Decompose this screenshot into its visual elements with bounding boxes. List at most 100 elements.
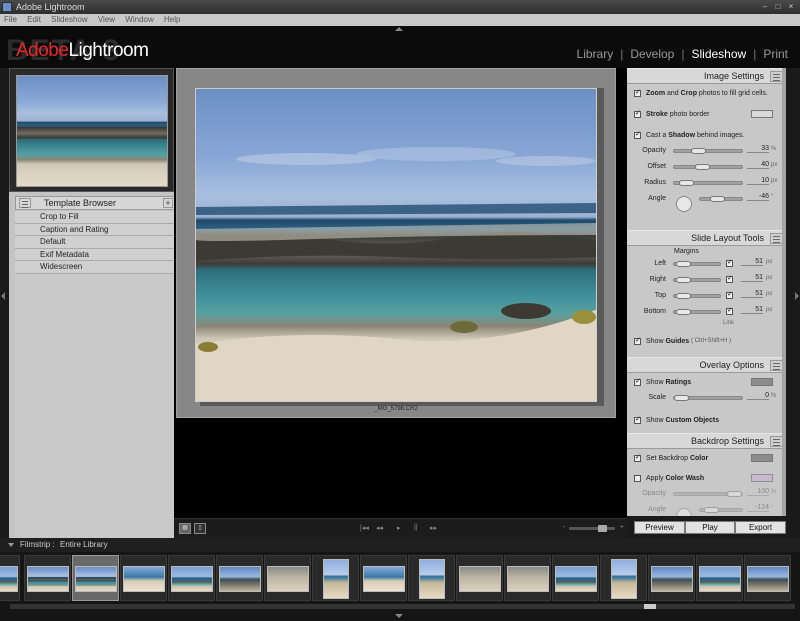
filmstrip-cell[interactable] bbox=[552, 555, 599, 601]
menu-file[interactable]: File bbox=[4, 14, 17, 26]
filmstrip-cell[interactable] bbox=[312, 555, 359, 601]
first-slide-icon[interactable]: |◂◂ bbox=[360, 524, 369, 532]
radius-value[interactable]: 10 bbox=[747, 177, 769, 185]
menu-help[interactable]: Help bbox=[164, 14, 180, 26]
menu-view[interactable]: View bbox=[98, 14, 115, 26]
zoom-in-icon[interactable]: + bbox=[620, 524, 624, 531]
color-wash-checkbox[interactable] bbox=[634, 475, 641, 482]
scale-slider[interactable] bbox=[673, 395, 743, 401]
stroke-color-swatch[interactable] bbox=[751, 110, 773, 118]
filmstrip-cell[interactable] bbox=[504, 555, 551, 601]
opacity-value[interactable]: 33 bbox=[747, 145, 769, 153]
export-button[interactable]: Export bbox=[735, 521, 786, 534]
margin-left-link-checkbox[interactable] bbox=[726, 258, 733, 267]
show-ratings-checkbox[interactable] bbox=[634, 377, 641, 386]
margin-left-value[interactable]: 51 bbox=[741, 258, 763, 266]
image-settings-header[interactable]: Image Settings bbox=[627, 68, 786, 84]
template-browser-header[interactable]: Template Browser + bbox=[15, 196, 177, 210]
filmstrip-cell[interactable] bbox=[456, 555, 503, 601]
template-item-caption-and-rating[interactable]: Caption and Rating bbox=[15, 223, 177, 236]
filmstrip-scrollbar[interactable] bbox=[10, 604, 795, 609]
single-view-icon[interactable]: ▯ bbox=[194, 523, 206, 534]
backdrop-settings-header[interactable]: Backdrop Settings bbox=[627, 433, 786, 449]
template-item-widescreen[interactable]: Widescreen bbox=[15, 261, 177, 274]
template-item-crop-to-fill[interactable]: Crop to Fill bbox=[15, 211, 177, 224]
slide-canvas[interactable]: _MG_5798.CR2 bbox=[176, 68, 616, 418]
play-icon[interactable]: ▸ bbox=[397, 524, 401, 532]
collapse-right-arrow-icon[interactable] bbox=[795, 292, 799, 300]
filmstrip-cell[interactable] bbox=[24, 555, 71, 601]
add-template-button[interactable]: + bbox=[163, 198, 173, 208]
slide-layout-header[interactable]: Slide Layout Tools bbox=[627, 230, 786, 246]
margin-bottom-link-checkbox[interactable] bbox=[726, 306, 733, 315]
margin-right-slider[interactable] bbox=[673, 277, 721, 283]
angle-value[interactable]: -46 bbox=[747, 193, 769, 201]
margin-left-slider[interactable] bbox=[673, 261, 721, 267]
stroke-checkbox[interactable] bbox=[634, 109, 641, 118]
shadow-checkbox[interactable] bbox=[634, 130, 641, 139]
wash-opacity-slider[interactable] bbox=[673, 491, 743, 497]
filmstrip-cell[interactable] bbox=[168, 555, 215, 601]
margin-top-value[interactable]: 51 bbox=[741, 290, 763, 298]
maximize-icon[interactable]: □ bbox=[773, 2, 783, 12]
filmstrip-collapse-icon[interactable] bbox=[8, 543, 14, 547]
radius-slider[interactable] bbox=[673, 180, 743, 186]
angle-dial[interactable] bbox=[676, 196, 692, 212]
menu-slideshow[interactable]: Slideshow bbox=[51, 14, 87, 26]
grid-view-icon[interactable]: ▦ bbox=[179, 523, 191, 534]
filmstrip-source[interactable]: Entire Library bbox=[60, 538, 108, 552]
filmstrip-cell[interactable] bbox=[600, 555, 647, 601]
collapse-left-arrow-icon[interactable] bbox=[1, 292, 5, 300]
overlay-options-header[interactable]: Overlay Options bbox=[627, 357, 786, 373]
filmstrip-cell[interactable] bbox=[216, 555, 263, 601]
filmstrip-scroll-thumb[interactable] bbox=[644, 604, 656, 609]
margin-bottom-slider[interactable] bbox=[673, 309, 721, 315]
offset-value[interactable]: 40 bbox=[747, 161, 769, 169]
color-wash-swatch[interactable] bbox=[751, 474, 773, 482]
right-panel-scrollbar[interactable] bbox=[782, 68, 786, 516]
module-library[interactable]: Library bbox=[577, 47, 614, 61]
next-slide-icon[interactable]: ▸▸ bbox=[430, 524, 437, 532]
margin-right-link-checkbox[interactable] bbox=[726, 274, 733, 283]
previous-slide-icon[interactable]: ◂◂ bbox=[376, 524, 383, 532]
close-icon[interactable]: × bbox=[786, 2, 796, 12]
collapse-top-arrow-icon[interactable] bbox=[395, 27, 403, 31]
template-item-exif-metadata[interactable]: Exif Metadata bbox=[15, 248, 177, 261]
panel-menu-icon[interactable] bbox=[19, 198, 31, 208]
filmstrip-cell[interactable] bbox=[408, 555, 455, 601]
filmstrip-cell[interactable] bbox=[696, 555, 743, 601]
minimize-icon[interactable]: – bbox=[760, 2, 770, 12]
preview-button[interactable]: Preview bbox=[634, 521, 685, 534]
filmstrip-cell[interactable] bbox=[648, 555, 695, 601]
module-print[interactable]: Print bbox=[763, 47, 788, 61]
margin-top-slider[interactable] bbox=[673, 293, 721, 299]
show-guides-checkbox[interactable] bbox=[634, 336, 641, 345]
zoom-crop-checkbox[interactable] bbox=[634, 88, 641, 97]
margin-bottom-value[interactable]: 51 bbox=[741, 306, 763, 314]
module-develop[interactable]: Develop bbox=[630, 47, 674, 61]
filmstrip-cell[interactable] bbox=[264, 555, 311, 601]
slide-photo[interactable] bbox=[195, 88, 597, 402]
pause-icon[interactable]: || bbox=[414, 524, 418, 531]
module-slideshow[interactable]: Slideshow bbox=[691, 47, 746, 61]
wash-angle-dial[interactable] bbox=[676, 508, 692, 516]
filmstrip-cell[interactable] bbox=[360, 555, 407, 601]
filmstrip-cell[interactable] bbox=[0, 555, 20, 601]
zoom-out-icon[interactable]: - bbox=[563, 524, 565, 531]
backdrop-color-checkbox[interactable] bbox=[634, 453, 641, 462]
wash-angle-slider[interactable] bbox=[699, 507, 743, 513]
scale-value[interactable]: 0 bbox=[747, 392, 769, 400]
wash-angle-value[interactable]: -124 bbox=[747, 504, 769, 512]
zoom-slider-handle[interactable] bbox=[598, 525, 607, 532]
offset-slider[interactable] bbox=[673, 164, 743, 170]
play-button[interactable]: Play bbox=[685, 521, 735, 534]
menu-edit[interactable]: Edit bbox=[27, 14, 41, 26]
margin-top-link-checkbox[interactable] bbox=[726, 290, 733, 299]
ratings-color-swatch[interactable] bbox=[751, 378, 773, 386]
filmstrip-cell-selected[interactable] bbox=[72, 555, 119, 601]
collapse-bottom-arrow-icon[interactable] bbox=[395, 614, 403, 618]
wash-opacity-value[interactable]: 100 bbox=[747, 488, 769, 496]
opacity-slider[interactable] bbox=[673, 148, 743, 154]
menu-window[interactable]: Window bbox=[125, 14, 153, 26]
filmstrip-cell[interactable] bbox=[744, 555, 791, 601]
